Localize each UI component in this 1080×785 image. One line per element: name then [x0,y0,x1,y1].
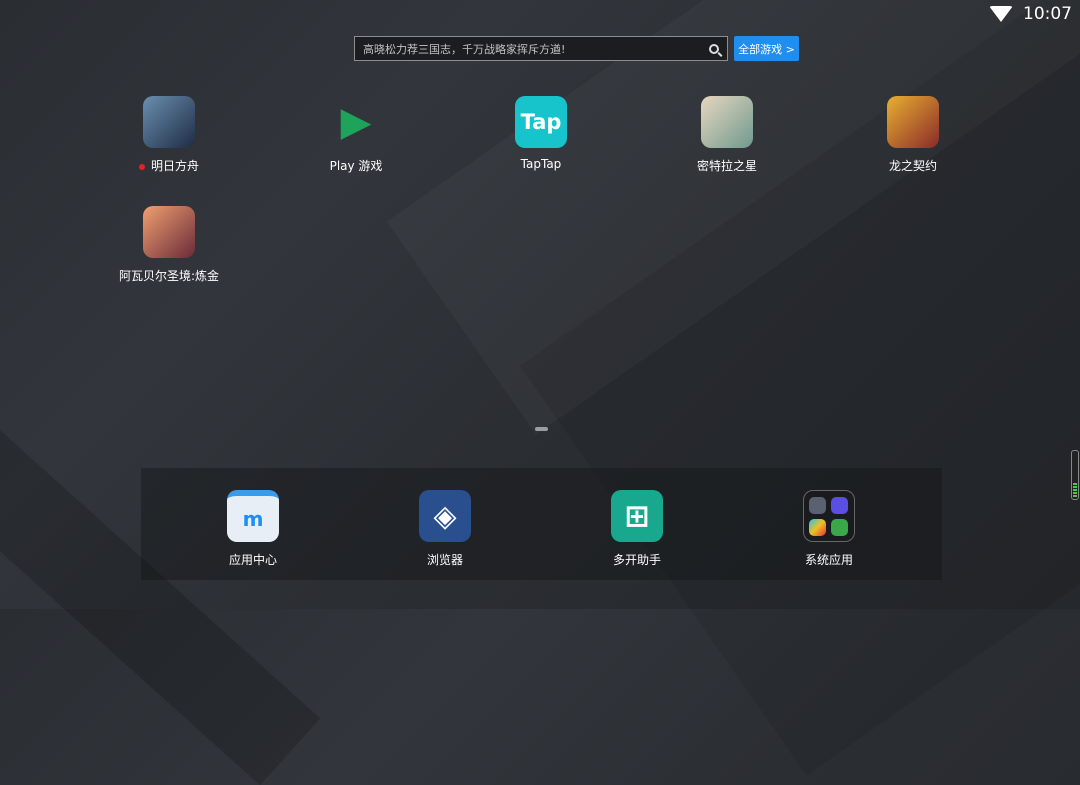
app-label: TapTap [520,157,562,171]
new-badge-dot [138,163,145,170]
play-store-icon [809,518,826,536]
app-icon [143,96,195,148]
app-label: 多开助手 [612,553,661,567]
dock: m 应用中心 ◈ 浏览器 ⊞ 多开助手 系统应用 [141,468,942,580]
battery-level-icon [1073,483,1077,497]
app-avabel[interactable]: 阿瓦贝尔圣境:炼金 [89,206,249,284]
dock-app-center[interactable]: m 应用中心 [173,490,333,568]
app-label: 系统应用 [804,553,853,567]
apk-installer-icon [831,518,848,536]
clock: 10:07 [1023,4,1072,24]
app-icon [143,206,195,258]
app-mitra-star[interactable]: 密特拉之星 [647,96,807,174]
folder-icon [803,490,855,542]
app-taptap[interactable]: Tap TapTap [461,96,621,171]
multi-window-icon: ⊞ [611,490,663,542]
gallery-icon [831,496,848,514]
dock-multi-instance[interactable]: ⊞ 多开助手 [557,490,717,568]
app-arknights[interactable]: 明日方舟 [89,96,249,174]
all-games-button[interactable]: 全部游戏 > [734,36,799,61]
app-dragon-contract[interactable]: 龙之契约 [833,96,993,174]
settings-icon [809,496,826,514]
app-label: Play 游戏 [329,159,383,173]
compass-icon: ◈ [419,490,471,542]
status-bar: 10:07 [989,4,1072,24]
dock-browser[interactable]: ◈ 浏览器 [365,490,525,568]
app-label: 阿瓦贝尔圣境:炼金 [118,269,220,283]
search-icon[interactable] [709,43,719,54]
search-placeholder: 高晓松力荐三国志，千万战略家挥斥方遒! [363,42,566,56]
app-label: 浏览器 [426,553,463,567]
app-label: 明日方舟 [150,159,199,173]
app-label: 密特拉之星 [696,159,757,173]
search-input[interactable]: 高晓松力荐三国志，千万战略家挥斥方遒! [354,36,728,61]
taptap-icon: Tap [515,96,567,148]
page-indicator[interactable] [535,427,548,431]
side-scrollbar[interactable] [1071,450,1079,500]
app-label: 应用中心 [228,553,277,567]
app-store-bag-icon: m [227,490,279,542]
app-play-games[interactable]: ▶ Play 游戏 [276,96,436,174]
play-games-icon: ▶ [340,99,372,145]
app-icon [887,96,939,148]
app-icon [701,96,753,148]
dock-system-apps[interactable]: 系统应用 [749,490,909,568]
app-label: 龙之契约 [888,159,937,173]
wifi-icon [989,6,1013,22]
